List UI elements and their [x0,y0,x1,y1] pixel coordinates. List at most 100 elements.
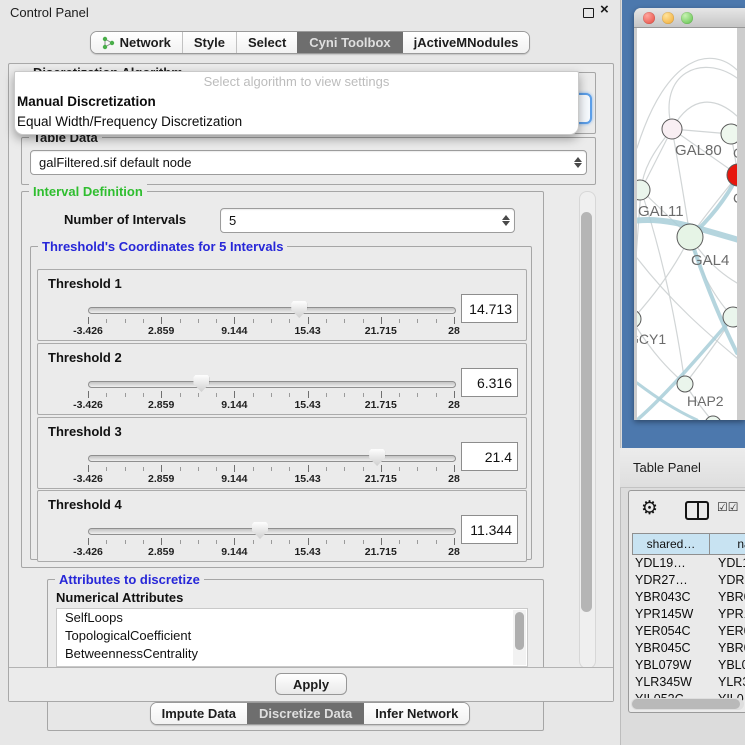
cell-name[interactable]: YDL1 [713,555,745,572]
num-intervals-combo[interactable]: 5 [220,208,515,233]
table-row[interactable]: YBR045CYBR0 [632,640,745,657]
cell-name[interactable]: YBL0 [713,657,745,674]
close-button[interactable] [643,12,655,24]
attribute-item[interactable]: SelfLoops [57,609,527,627]
attributes-list-scrollbar[interactable] [513,610,526,665]
table-panel-header: Table Panel [620,448,745,488]
slider-thumb[interactable] [252,522,268,539]
tick-label: -3.426 [73,325,103,337]
network-node[interactable] [662,119,682,139]
cell-shared-name[interactable]: YPR145W [632,606,713,623]
cell-name[interactable]: YLR3 [713,674,745,691]
cell-name[interactable]: YBR0 [713,589,745,606]
column-checkbox-icons[interactable]: ☑☑ [717,500,739,514]
column-header-shared[interactable]: shared… [632,533,710,555]
network-node[interactable] [721,124,737,144]
slider-track[interactable] [88,528,456,535]
tick-label: 21.715 [365,473,397,485]
network-node[interactable] [637,310,641,328]
table-row[interactable]: YPR145WYPR1 [632,606,745,623]
network-node[interactable] [677,376,693,392]
tab-impute-data[interactable]: Impute Data [151,703,247,724]
attribute-item[interactable]: TopologicalCoefficient [57,627,527,645]
cell-shared-name[interactable]: YBR043C [632,589,713,606]
network-edge[interactable] [690,237,733,317]
network-node[interactable] [705,416,721,420]
popup-option-equal-width[interactable]: Equal Width/Frequency Discretization [15,112,578,132]
split-view-icon[interactable] [685,501,709,520]
table-data-combo[interactable]: galFiltered.sif default node [30,150,587,175]
network-edge[interactable] [637,320,685,384]
threshold-value-field[interactable] [461,442,518,471]
tab-style[interactable]: Style [182,32,236,53]
panel-vertical-scrollbar[interactable] [579,191,596,669]
table-row[interactable]: YER054CYER0 [632,623,745,640]
tab-select[interactable]: Select [236,32,297,53]
minimize-button[interactable] [662,12,674,24]
tab-discretize-data[interactable]: Discretize Data [247,703,363,724]
cell-shared-name[interactable]: YDL19… [632,555,713,572]
network-node[interactable] [727,164,737,186]
cell-name[interactable]: YER0 [713,623,745,640]
zoom-button[interactable] [681,12,693,24]
tick-mark [198,319,199,323]
tab-label: Select [248,35,286,50]
attributes-list[interactable]: SelfLoopsTopologicalCoefficientBetweenne… [56,608,528,667]
cell-shared-name[interactable]: YBL079W [632,657,713,674]
tick-mark [125,540,126,544]
network-window-titlebar[interactable] [634,8,745,28]
table-horizontal-scrollbar[interactable] [631,698,744,710]
tick-label: 28 [448,325,460,337]
cell-shared-name[interactable]: YDR27… [632,572,713,589]
tick-mark [363,319,364,323]
table-row[interactable]: YBR043CYBR0 [632,589,745,606]
cell-shared-name[interactable]: YBR045C [632,640,713,657]
cell-name[interactable]: YPR1 [713,606,745,623]
float-panel-icon[interactable] [583,8,594,18]
tab-cyni-toolbox[interactable]: Cyni Toolbox [297,32,401,53]
network-edge[interactable] [637,237,690,320]
slider-thumb[interactable] [193,375,209,392]
tab-jactivemnodules[interactable]: jActiveMNodules [402,32,530,53]
threshold-value-field[interactable] [461,515,518,544]
table-row[interactable]: YBL079WYBL0 [632,657,745,674]
tab-infer-network[interactable]: Infer Network [363,703,469,724]
slider-track[interactable] [88,381,456,388]
cell-name[interactable]: YBR0 [713,640,745,657]
slider-thumb[interactable] [369,449,385,466]
close-panel-icon[interactable]: × [600,1,609,18]
scrollbar-thumb[interactable] [581,212,592,612]
threshold-value-field[interactable] [461,294,518,323]
table-row[interactable]: YDL19…YDL1 [632,555,745,572]
tick-mark [106,319,107,323]
network-canvas[interactable]: GAL80GCGAL11GAL4GCY1HHAP2 [637,28,737,420]
tick-mark [344,467,345,471]
cell-shared-name[interactable]: YLR345W [632,674,713,691]
threshold-slider[interactable]: -3.4262.8599.14415.4321.71528 [88,300,454,338]
table-row[interactable]: YLR345WYLR3 [632,674,745,691]
tick-mark [308,538,309,545]
scrollbar-thumb[interactable] [632,699,740,709]
tick-mark [253,540,254,544]
tick-mark [88,391,89,398]
tab-network[interactable]: Network [91,32,182,53]
threshold-slider[interactable]: -3.4262.8599.14415.4321.71528 [88,374,454,412]
apply-button[interactable]: Apply [275,673,347,695]
gear-icon[interactable]: ⚙ [641,497,658,520]
network-edge[interactable] [669,67,737,129]
popup-option-manual[interactable]: Manual Discretization [15,92,578,112]
slider-track[interactable] [88,307,456,314]
threshold-value-field[interactable] [461,368,518,397]
tick-mark [381,538,382,545]
table-row[interactable]: YDR27…YDR2 [632,572,745,589]
slider-thumb[interactable] [291,301,307,318]
cell-name[interactable]: YDR2 [713,572,745,589]
threshold-slider[interactable]: -3.4262.8599.14415.4321.71528 [88,521,454,559]
network-node[interactable] [677,224,703,250]
column-header-name[interactable]: na [709,533,745,555]
table-data-group: Table Data galFiltered.sif default node [21,137,596,185]
threshold-slider[interactable]: -3.4262.8599.14415.4321.71528 [88,448,454,486]
slider-track[interactable] [88,455,456,462]
cell-shared-name[interactable]: YER054C [632,623,713,640]
attribute-item[interactable]: BetweennessCentrality [57,645,527,663]
